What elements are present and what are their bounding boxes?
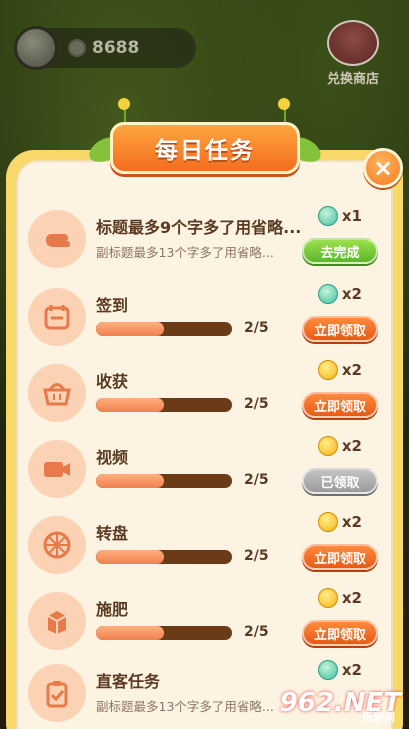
video-icon: [28, 440, 86, 498]
coin-icon: [317, 512, 338, 532]
site-watermark: 962.NET 乐游网: [277, 683, 401, 724]
claim-button[interactable]: 立即领取: [302, 316, 378, 342]
gem-icon: [317, 660, 338, 680]
progress-text: 2/5: [244, 624, 269, 640]
coin-icon: [68, 39, 86, 57]
hand-icon: [28, 210, 86, 268]
task-name: 收获: [96, 372, 129, 391]
claim-button[interactable]: 立即领取: [302, 544, 378, 570]
progress-fill: [96, 626, 164, 640]
coin-amount: 8688: [92, 38, 140, 58]
coin-balance-bar: 8688: [14, 26, 196, 70]
task-row: 标题最多9个字多了用省略... 副标题最多13个字多了用省略... x1 去完成: [28, 206, 384, 278]
progress-text: 2/5: [244, 472, 269, 488]
close-button[interactable]: ×: [363, 148, 403, 188]
progress-text: 2/5: [244, 548, 269, 564]
coin-icon: [317, 588, 338, 608]
reward-count: x2: [341, 661, 362, 679]
task-name: 签到: [96, 296, 129, 315]
reward-count: x1: [341, 207, 362, 225]
claim-button[interactable]: 立即领取: [302, 620, 378, 646]
task-name: 施肥: [96, 600, 129, 619]
task-row: 施肥 2/5 x2 立即领取: [28, 588, 384, 660]
task-reward: x2: [317, 436, 362, 456]
task-name: 转盘: [96, 524, 129, 543]
exchange-shop-button[interactable]: 兑换商店: [317, 20, 389, 90]
progress-fill: [96, 322, 164, 336]
task-row: 收获 2/5 x2 立即领取: [28, 360, 384, 432]
task-reward: x2: [317, 284, 362, 304]
task-reward: x1: [317, 206, 362, 226]
task-subtitle: 副标题最多13个字多了用省略...: [96, 699, 274, 714]
reward-count: x2: [341, 285, 362, 303]
reward-count: x2: [341, 437, 362, 455]
go-complete-button[interactable]: 去完成: [302, 238, 378, 264]
reward-count: x2: [341, 361, 362, 379]
task-reward: x2: [317, 588, 362, 608]
sprout-bud-icon: [118, 98, 130, 110]
avatar[interactable]: [14, 26, 58, 70]
clipboard-icon: [28, 664, 86, 722]
progress-bar: [96, 398, 232, 412]
wheel-icon: [28, 516, 86, 574]
calendar-icon: [28, 288, 86, 346]
progress-text: 2/5: [244, 320, 269, 336]
close-icon: ×: [372, 154, 394, 182]
progress-bar: [96, 474, 232, 488]
basket-icon: [28, 364, 86, 422]
shop-label: 兑换商店: [326, 72, 379, 87]
progress-bar: [96, 322, 232, 336]
task-name: 直客任务: [96, 672, 161, 691]
task-subtitle: 副标题最多13个字多了用省略...: [96, 245, 274, 260]
task-name: 标题最多9个字多了用省略...: [96, 218, 302, 237]
gem-icon: [317, 284, 338, 304]
task-row: 签到 2/5 x2 立即领取: [28, 284, 384, 356]
watermark-sub: 乐游网: [362, 711, 395, 724]
progress-fill: [96, 474, 164, 488]
task-reward: x2: [317, 360, 362, 380]
claimed-button[interactable]: 已领取: [302, 468, 378, 494]
task-reward: x2: [317, 512, 362, 532]
task-row: 视频 2/5 x2 已领取: [28, 436, 384, 508]
sprout-bud-icon: [278, 98, 290, 110]
shop-icon: [327, 20, 379, 66]
coin-icon: [317, 436, 338, 456]
coin-icon: [317, 360, 338, 380]
panel-title-banner: 每日任务: [110, 122, 300, 174]
progress-bar: [96, 626, 232, 640]
fertilizer-icon: [28, 592, 86, 650]
progress-fill: [96, 550, 164, 564]
panel-title: 每日任务: [155, 138, 255, 164]
task-name: 视频: [96, 448, 129, 467]
reward-count: x2: [341, 589, 362, 607]
progress-bar: [96, 550, 232, 564]
progress-text: 2/5: [244, 396, 269, 412]
gem-icon: [317, 206, 338, 226]
task-reward: x2: [317, 660, 362, 680]
reward-count: x2: [341, 513, 362, 531]
task-row: 转盘 2/5 x2 立即领取: [28, 512, 384, 584]
claim-button[interactable]: 立即领取: [302, 392, 378, 418]
progress-fill: [96, 398, 164, 412]
